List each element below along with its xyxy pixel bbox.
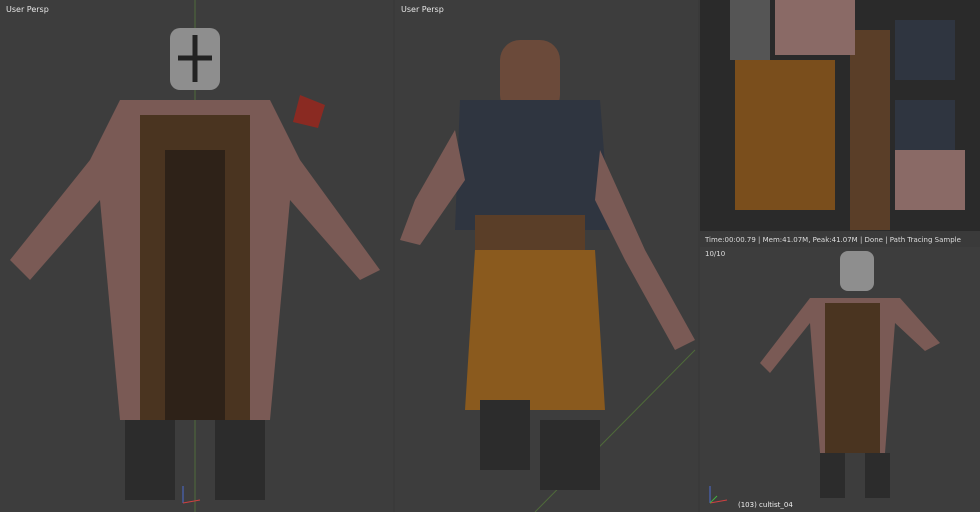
texture-image	[730, 0, 965, 230]
viewport-back[interactable]: User Persp	[395, 0, 698, 512]
rendered-character	[760, 251, 940, 498]
viewport-front[interactable]: User Persp	[0, 0, 393, 512]
uv-texture-editor[interactable]	[700, 0, 980, 231]
character-back-model	[400, 40, 696, 512]
axis-gizmo-icon	[182, 486, 201, 504]
character-front-model	[10, 0, 380, 512]
render-viewport[interactable]: Time:00:00.79 | Mem:41.07M, Peak:41.07M …	[700, 233, 980, 512]
axis-gizmo-icon	[709, 486, 728, 504]
active-object-label: (103) cultist_04	[738, 501, 793, 509]
